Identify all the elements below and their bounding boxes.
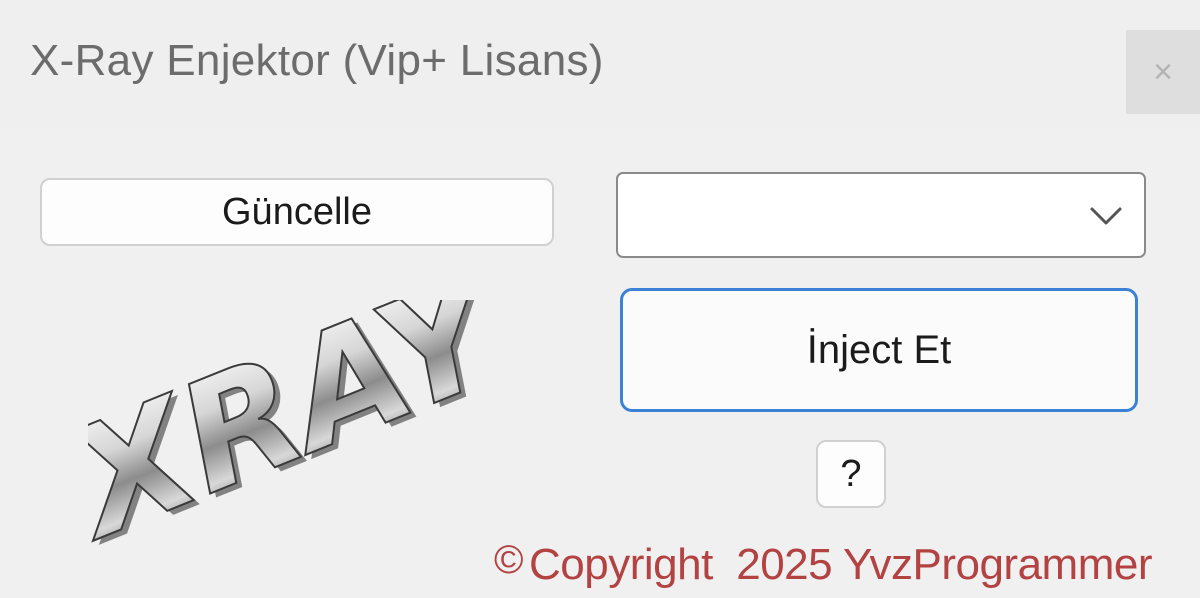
copyright-symbol: ©	[494, 538, 523, 582]
process-dropdown[interactable]	[616, 172, 1146, 258]
title-bar: X-Ray Enjektor (Vip+ Lisans) ×	[0, 0, 1200, 128]
logo-text: XRAY	[88, 300, 518, 560]
close-icon: ×	[1153, 53, 1173, 91]
close-button[interactable]: ×	[1126, 30, 1200, 114]
chevron-down-icon	[1090, 207, 1122, 225]
update-button[interactable]: Güncelle	[40, 178, 554, 246]
xray-logo: XRAY XRAY	[88, 300, 518, 560]
inject-button[interactable]: İnject Et	[620, 288, 1138, 412]
app-window: X-Ray Enjektor (Vip+ Lisans) × Güncelle …	[0, 0, 1200, 598]
copyright-label: Copyright 2025 YvzProgrammer	[528, 540, 1152, 589]
copyright-text: © Copyright 2025 YvzProgrammer	[494, 538, 1152, 590]
help-button[interactable]: ?	[816, 440, 886, 508]
window-title: X-Ray Enjektor (Vip+ Lisans)	[30, 36, 604, 85]
